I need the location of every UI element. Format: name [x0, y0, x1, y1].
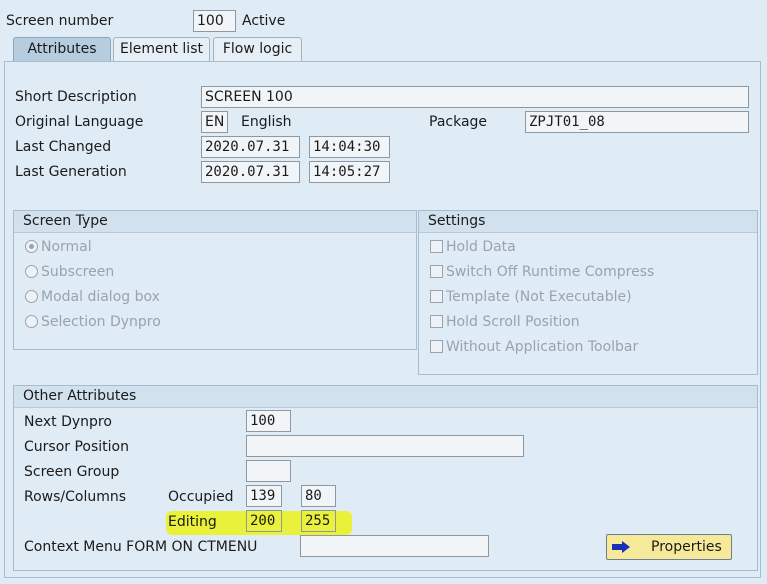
language-name: English — [241, 114, 292, 130]
arrow-right-icon — [612, 541, 630, 553]
occupied-rows-field[interactable]: 139 — [246, 485, 282, 507]
package-label: Package — [429, 114, 488, 130]
last-changed-date-field[interactable]: 2020.07.31 — [201, 136, 300, 158]
tab-attributes[interactable]: Attributes — [13, 37, 111, 61]
short-description-label: Short Description — [15, 89, 137, 105]
settings-title: Settings — [428, 213, 486, 229]
properties-button[interactable]: Properties — [606, 534, 732, 560]
checkbox-icon — [430, 340, 443, 353]
screen-number-label: Screen number — [6, 13, 114, 29]
radio-icon — [25, 315, 38, 328]
rows-columns-label: Rows/Columns — [24, 489, 127, 505]
checkbox-icon — [430, 240, 443, 253]
package-field[interactable]: ZPJT01_08 — [525, 111, 749, 133]
original-language-label: Original Language — [15, 114, 144, 130]
radio-selected-icon — [25, 240, 38, 253]
screen-number-field[interactable]: 100 — [193, 10, 236, 32]
screen-type-title: Screen Type — [23, 213, 108, 229]
next-dynpro-label: Next Dynpro — [24, 414, 112, 430]
checkbox-icon — [430, 315, 443, 328]
screen-status: Active — [242, 13, 286, 29]
context-menu-field[interactable] — [300, 535, 489, 557]
screen-type-group: Screen Type Normal Subscreen Modal dialo… — [13, 210, 417, 350]
last-changed-time-field[interactable]: 14:04:30 — [309, 136, 390, 158]
properties-button-label: Properties — [651, 539, 722, 555]
editing-label: Editing — [168, 514, 217, 530]
short-description-field[interactable]: SCREEN 100 — [201, 86, 749, 108]
radio-icon — [25, 265, 38, 278]
occupied-cols-field[interactable]: 80 — [301, 485, 336, 507]
checkbox-icon — [430, 265, 443, 278]
next-dynpro-field[interactable]: 100 — [246, 410, 291, 432]
tab-flow-logic[interactable]: Flow logic — [213, 37, 302, 61]
screen-group-field[interactable] — [246, 460, 291, 482]
last-generation-time-field[interactable]: 14:05:27 — [309, 161, 390, 183]
last-changed-label: Last Changed — [15, 139, 112, 155]
radio-icon — [25, 290, 38, 303]
last-generation-label: Last Generation — [15, 164, 127, 180]
cursor-position-label: Cursor Position — [24, 439, 129, 455]
screen-group-label: Screen Group — [24, 464, 120, 480]
checkbox-icon — [430, 290, 443, 303]
settings-group: Settings Hold Data Switch Off Runtime Co… — [418, 210, 758, 375]
occupied-label: Occupied — [168, 489, 234, 505]
editing-rows-field[interactable]: 200 — [246, 510, 282, 532]
other-attributes-title: Other Attributes — [23, 388, 137, 404]
context-menu-label: Context Menu FORM ON CTMENU — [24, 539, 258, 555]
language-code-field[interactable]: EN — [201, 111, 228, 133]
tab-element-list[interactable]: Element list — [113, 37, 210, 61]
cursor-position-field[interactable] — [246, 435, 524, 457]
editing-cols-field[interactable]: 255 — [301, 510, 336, 532]
last-generation-date-field[interactable]: 2020.07.31 — [201, 161, 300, 183]
